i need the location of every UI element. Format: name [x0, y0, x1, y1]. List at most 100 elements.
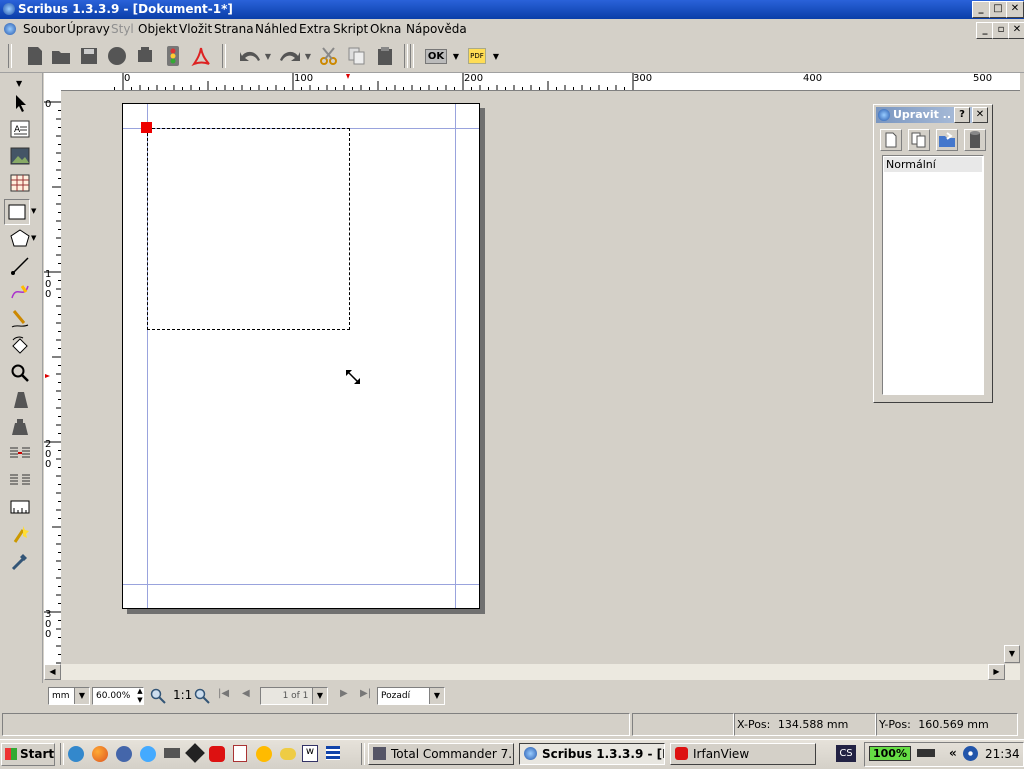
pdf-export-icon[interactable] — [190, 45, 212, 67]
doc-close-button[interactable]: ✕ — [1008, 22, 1024, 39]
panel-close-button[interactable]: ✕ — [972, 107, 988, 123]
select-icon[interactable] — [8, 91, 32, 115]
last-page-icon[interactable]: ▶| — [360, 688, 371, 699]
undo-dropdown-icon[interactable]: ▼ — [262, 45, 274, 67]
panel-help-button[interactable]: ? — [954, 107, 970, 123]
ie-icon[interactable] — [68, 746, 84, 762]
rectangle-frame[interactable] — [147, 128, 350, 330]
task-scribus[interactable]: Scribus 1.3.3.9 - [D... — [519, 743, 665, 765]
edit-text-icon[interactable] — [8, 415, 32, 439]
menu-upravy[interactable]: Úpravy — [67, 22, 110, 36]
text-frame-icon[interactable]: A — [8, 117, 32, 141]
start-button[interactable]: Start — [1, 743, 55, 766]
paste-icon[interactable] — [374, 45, 396, 67]
word-icon[interactable]: w — [302, 745, 318, 762]
layer-select[interactable]: Pozadí ▼ — [377, 687, 445, 705]
tray-expand-button[interactable]: « — [949, 746, 957, 760]
sun-icon[interactable] — [256, 746, 272, 762]
show-desktop-icon[interactable] — [326, 746, 340, 760]
first-page-icon[interactable]: |◀ — [218, 688, 229, 699]
style-list[interactable]: Normální — [882, 155, 984, 395]
ok-dropdown-icon[interactable]: ▼ — [450, 45, 462, 67]
toolbox-menu-icon[interactable]: ▼ — [16, 79, 22, 88]
bezier-icon[interactable] — [8, 280, 32, 304]
unlink-frames-icon[interactable] — [8, 468, 32, 492]
rectangle-shape-icon[interactable] — [4, 199, 30, 225]
save-icon[interactable] — [78, 45, 100, 67]
image-frame-icon[interactable] — [8, 144, 32, 168]
notepad-icon[interactable] — [233, 745, 247, 762]
thunderbird-icon[interactable] — [116, 746, 132, 762]
eyedropper-icon[interactable] — [8, 549, 32, 573]
zoom-out-icon[interactable] — [150, 688, 166, 707]
print-icon[interactable] — [134, 45, 156, 67]
list-item[interactable]: Normální — [884, 157, 982, 172]
cut-icon[interactable] — [318, 45, 340, 67]
redo-icon[interactable] — [278, 45, 300, 67]
polygon-dropdown-icon[interactable]: ▼ — [31, 234, 36, 242]
scroll-right-button[interactable]: ▶ — [988, 664, 1005, 680]
open-folder-icon[interactable] — [50, 45, 72, 67]
splat-icon[interactable] — [209, 746, 225, 762]
language-indicator[interactable]: CS — [836, 745, 856, 762]
pdf-button[interactable]: PDF — [466, 45, 488, 67]
menu-napoveda[interactable]: Nápověda — [406, 22, 467, 36]
network-icon[interactable] — [963, 746, 978, 761]
clock[interactable]: 21:34 — [985, 747, 1020, 761]
task-total-commander[interactable]: Total Commander 7.0 ... — [368, 743, 514, 765]
vertical-scrollbar[interactable]: ▼ — [1004, 645, 1020, 664]
link-frames-icon[interactable] — [8, 441, 32, 465]
menu-vlozit[interactable]: Vložit — [179, 22, 212, 36]
menu-objekt[interactable]: Objekt — [138, 22, 177, 36]
polygon-icon[interactable] — [8, 226, 32, 250]
menu-extra[interactable]: Extra — [299, 22, 331, 36]
menu-skript[interactable]: Skript — [333, 22, 368, 36]
battery-indicator[interactable]: 100% — [869, 746, 911, 761]
table-icon[interactable] — [8, 171, 32, 195]
close-button[interactable]: ✕ — [1006, 1, 1024, 18]
minimize-button[interactable]: _ — [972, 1, 990, 18]
ok-button[interactable]: OK — [424, 45, 448, 67]
close-document-icon[interactable] — [106, 45, 128, 67]
vertical-ruler[interactable]: 0 100 200 300 — [44, 90, 62, 664]
freehand-icon[interactable] — [8, 307, 32, 331]
horizontal-scrollbar[interactable]: ◀ ▶ — [44, 664, 1020, 680]
rotate-icon[interactable] — [8, 334, 32, 358]
copy-icon[interactable] — [346, 45, 368, 67]
zoom-in-icon[interactable] — [194, 688, 210, 707]
scroll-left-button[interactable]: ◀ — [44, 664, 61, 680]
measurement-icon[interactable] — [8, 495, 32, 519]
maximize-button[interactable]: □ — [989, 1, 1007, 18]
power-plug-icon[interactable] — [917, 749, 935, 757]
page-select[interactable]: 1 of 1 ▼ — [260, 687, 328, 705]
gun-icon[interactable] — [164, 748, 180, 758]
new-style-icon[interactable] — [880, 129, 902, 151]
globe-icon[interactable] — [140, 746, 156, 762]
panel-title-bar[interactable]: Upravit ... ? ✕ — [876, 107, 988, 123]
bird-icon[interactable] — [280, 748, 296, 760]
new-document-icon[interactable] — [24, 45, 46, 67]
menu-strana[interactable]: Strana — [214, 22, 254, 36]
menu-nahled[interactable]: Náhled — [255, 22, 297, 36]
task-irfanview[interactable]: IrfanView — [670, 743, 816, 765]
pdf-dropdown-icon[interactable]: ▼ — [490, 45, 502, 67]
document-page[interactable] — [122, 103, 480, 609]
clone-style-icon[interactable] — [908, 129, 930, 151]
zoom-spinner[interactable]: ▲ ▼ — [135, 687, 145, 705]
menu-styl[interactable]: Styl — [111, 22, 134, 36]
pdf-tools-icon[interactable] — [8, 522, 32, 546]
zoom-icon[interactable] — [8, 361, 32, 385]
import-style-icon[interactable] — [936, 129, 958, 151]
menu-okna[interactable]: Okna — [370, 22, 401, 36]
line-icon[interactable] — [8, 254, 32, 278]
redo-dropdown-icon[interactable]: ▼ — [302, 45, 314, 67]
next-page-icon[interactable]: ▶ — [340, 688, 348, 699]
previous-page-icon[interactable]: ◀ — [242, 688, 250, 699]
zoom-ratio-button[interactable]: 1:1 — [173, 688, 192, 702]
preflight-icon[interactable] — [162, 45, 184, 67]
unit-select[interactable]: mm ▼ — [48, 687, 90, 705]
horizontal-ruler[interactable]: 0 100 200 300 400 500 — [44, 73, 1020, 91]
delete-style-icon[interactable] — [964, 129, 986, 151]
diamond-icon[interactable] — [185, 743, 205, 763]
shape-dropdown-icon[interactable]: ▼ — [31, 207, 36, 215]
